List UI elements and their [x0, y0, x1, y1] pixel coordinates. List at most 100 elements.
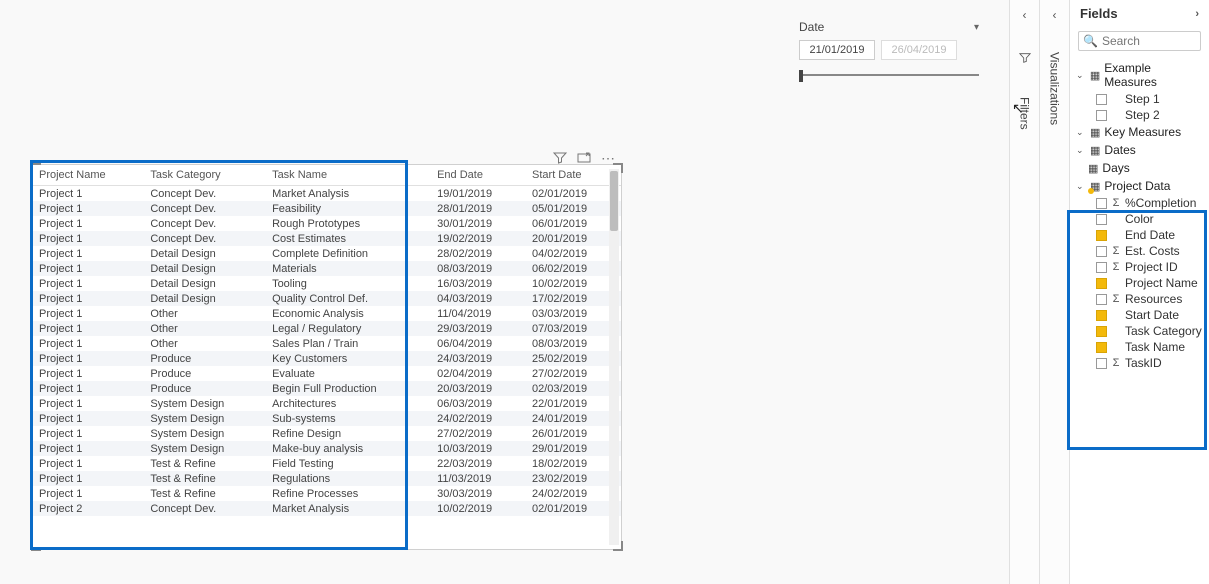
table-cell: Concept Dev. [144, 216, 266, 231]
caret-down-icon: ⌄ [1076, 181, 1086, 192]
date-slider[interactable] [799, 68, 979, 82]
column-header[interactable]: End Date [431, 165, 526, 186]
table-row[interactable]: Project 1System DesignSub-systems24/02/2… [33, 411, 621, 426]
table-cell: 03/03/2019 [526, 306, 621, 321]
table-row[interactable]: Project 1Test & RefineRefine Processes30… [33, 486, 621, 501]
table-row[interactable]: Project 1ProduceBegin Full Production20/… [33, 381, 621, 396]
checkbox[interactable] [1096, 94, 1107, 105]
scrollbar-thumb[interactable] [610, 171, 618, 231]
field-start-date[interactable]: Start Date [1070, 307, 1209, 323]
table-example-measures[interactable]: ⌄ ▦ Example Measures [1070, 59, 1209, 91]
table-cell: Concept Dev. [144, 201, 266, 216]
checkbox[interactable] [1096, 278, 1107, 289]
table-cell: 28/02/2019 [431, 246, 526, 261]
checkbox[interactable] [1096, 214, 1107, 225]
table-row[interactable]: Project 1Detail DesignMaterials08/03/201… [33, 261, 621, 276]
date-start-input[interactable]: 21/01/2019 [799, 40, 875, 60]
checkbox[interactable] [1096, 294, 1107, 305]
table-visual[interactable]: Project NameTask CategoryTask NameEnd Da… [32, 164, 622, 550]
fields-search[interactable]: 🔍 [1078, 31, 1201, 51]
table-row[interactable]: Project 1System DesignRefine Design27/02… [33, 426, 621, 441]
column-header[interactable]: Task Name [266, 165, 431, 186]
checkbox[interactable] [1096, 310, 1107, 321]
table-row[interactable]: Project 1Detail DesignComplete Definitio… [33, 246, 621, 261]
field-color[interactable]: Color [1070, 211, 1209, 227]
table-key-measures[interactable]: ⌄ ▦ Key Measures [1070, 123, 1209, 141]
field-completion[interactable]: Σ %Completion [1070, 195, 1209, 211]
caret-down-icon: ⌄ [1076, 70, 1086, 81]
field-resources[interactable]: Σ Resources [1070, 291, 1209, 307]
table-cell: 02/03/2019 [526, 381, 621, 396]
chevron-left-icon[interactable]: ‹ [1053, 8, 1057, 22]
field-project-name[interactable]: Project Name [1070, 275, 1209, 291]
chevron-down-icon[interactable]: ▾ [974, 22, 979, 33]
table-cell: Quality Control Def. [266, 291, 431, 306]
column-header[interactable]: Task Category [144, 165, 266, 186]
field-task-category[interactable]: Task Category [1070, 323, 1209, 339]
column-header[interactable]: Start Date [526, 165, 621, 186]
checkbox[interactable] [1096, 326, 1107, 337]
table-row[interactable]: Project 1OtherEconomic Analysis11/04/201… [33, 306, 621, 321]
table-row[interactable]: Project 1Concept Dev.Cost Estimates19/02… [33, 231, 621, 246]
table-row[interactable]: Project 1Detail DesignTooling16/03/20191… [33, 276, 621, 291]
table-cell: Project 1 [33, 471, 144, 486]
field-est-costs[interactable]: Σ Est. Costs [1070, 243, 1209, 259]
table-row[interactable]: Project 2Concept Dev.Market Analysis10/0… [33, 501, 621, 516]
table-row[interactable]: Project 1OtherLegal / Regulatory29/03/20… [33, 321, 621, 336]
table-cell: Economic Analysis [266, 306, 431, 321]
checkbox[interactable] [1096, 342, 1107, 353]
date-slicer-label: Date [799, 20, 824, 34]
checkbox[interactable] [1096, 262, 1107, 273]
sigma-icon: Σ [1111, 197, 1121, 209]
table-cell: Evaluate [266, 366, 431, 381]
field-end-date[interactable]: End Date [1070, 227, 1209, 243]
checkbox[interactable] [1096, 230, 1107, 241]
table-row[interactable]: Project 1Test & RefineField Testing22/03… [33, 456, 621, 471]
date-slicer[interactable]: Date ▾ 21/01/2019 26/04/2019 [799, 20, 979, 82]
table-row[interactable]: Project 1Concept Dev.Market Analysis19/0… [33, 186, 621, 202]
table-row[interactable]: Project 1Test & RefineRegulations11/03/2… [33, 471, 621, 486]
visualizations-pane-label: Visualizations [1048, 52, 1062, 125]
checkbox[interactable] [1096, 198, 1107, 209]
table-cell: 10/03/2019 [431, 441, 526, 456]
table-cell: System Design [144, 396, 266, 411]
date-end-input[interactable]: 26/04/2019 [881, 40, 957, 60]
table-cell: 30/01/2019 [431, 216, 526, 231]
table-row[interactable]: Project 1Detail DesignQuality Control De… [33, 291, 621, 306]
filters-pane-collapsed[interactable]: ‹ Filters [1009, 0, 1039, 584]
visualizations-pane-collapsed[interactable]: ‹ Visualizations [1039, 0, 1069, 584]
table-icon: ▦ [1090, 144, 1100, 157]
scrollbar[interactable] [609, 169, 619, 545]
table-cell: Sub-systems [266, 411, 431, 426]
measure-table-icon: ▦ [1090, 126, 1100, 139]
chevron-left-icon[interactable]: ‹ [1023, 8, 1027, 22]
table-row[interactable]: Project 1OtherSales Plan / Train06/04/20… [33, 336, 621, 351]
table-row[interactable]: Project 1System DesignMake-buy analysis1… [33, 441, 621, 456]
table-cell: Test & Refine [144, 471, 266, 486]
table-days[interactable]: ▦ Days [1070, 159, 1209, 177]
table-dates[interactable]: ⌄ ▦ Dates [1070, 141, 1209, 159]
field-step1[interactable]: Step 1 [1070, 91, 1209, 107]
table-row[interactable]: Project 1Concept Dev.Feasibility28/01/20… [33, 201, 621, 216]
table-cell: Feasibility [266, 201, 431, 216]
field-project-id[interactable]: Σ Project ID [1070, 259, 1209, 275]
slider-thumb[interactable] [799, 70, 803, 82]
table-row[interactable]: Project 1ProduceEvaluate02/04/201927/02/… [33, 366, 621, 381]
checkbox[interactable] [1096, 358, 1107, 369]
table-row[interactable]: Project 1Concept Dev.Rough Prototypes30/… [33, 216, 621, 231]
table-row[interactable]: Project 1ProduceKey Customers24/03/20192… [33, 351, 621, 366]
checkbox[interactable] [1096, 110, 1107, 121]
table-cell: 06/04/2019 [431, 336, 526, 351]
field-task-name[interactable]: Task Name [1070, 339, 1209, 355]
field-step2[interactable]: Step 2 [1070, 107, 1209, 123]
checkbox[interactable] [1096, 246, 1107, 257]
table-cell: Produce [144, 366, 266, 381]
column-header[interactable]: Project Name [33, 165, 144, 186]
field-task-id[interactable]: Σ TaskID [1070, 355, 1209, 371]
table-row[interactable]: Project 1System DesignArchitectures06/03… [33, 396, 621, 411]
table-cell: Project 1 [33, 411, 144, 426]
table-project-data[interactable]: ⌄ ▦ Project Data [1070, 177, 1209, 195]
table-cell: 30/03/2019 [431, 486, 526, 501]
search-input[interactable] [1102, 34, 1196, 48]
chevron-right-icon[interactable]: › [1195, 8, 1199, 20]
